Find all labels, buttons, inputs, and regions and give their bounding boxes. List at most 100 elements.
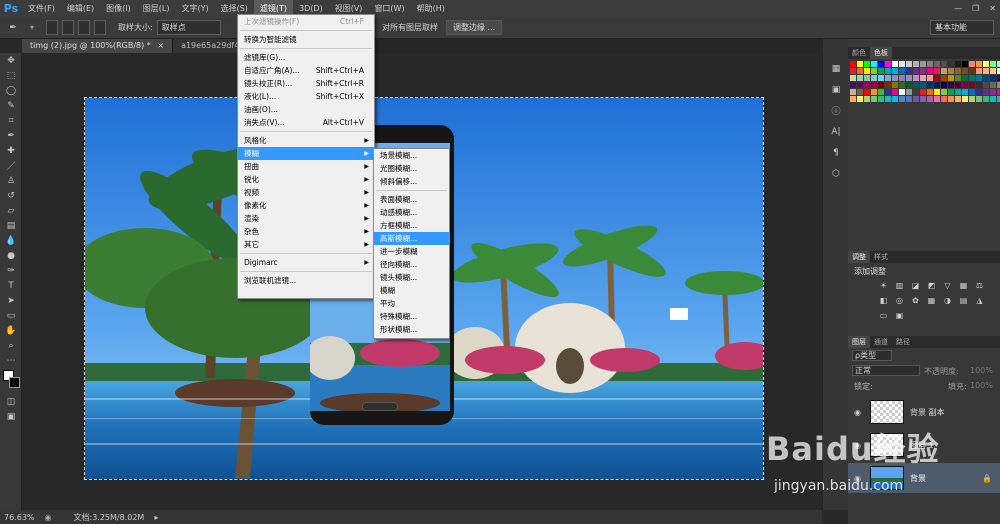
brush-tool-icon[interactable]: ／	[0, 158, 22, 173]
hue-saturation-icon[interactable]: ▦	[958, 280, 969, 291]
swatch[interactable]	[878, 82, 884, 88]
swatch[interactable]	[941, 75, 947, 81]
menu-item[interactable]: 表面模糊...	[374, 193, 449, 206]
swatch[interactable]	[976, 75, 982, 81]
selective-color-icon[interactable]: ▣	[894, 310, 905, 321]
swatch[interactable]	[850, 82, 856, 88]
menu-item[interactable]: 镜头校正(R)... Shift+Ctrl+R	[238, 77, 374, 90]
restore-button[interactable]: ❐	[972, 4, 979, 13]
swatch[interactable]	[969, 75, 975, 81]
swatch[interactable]	[976, 82, 982, 88]
menu-4[interactable]: 文字(Y)	[175, 0, 214, 17]
swatch[interactable]	[955, 89, 961, 95]
swatch[interactable]	[871, 61, 877, 67]
swatch[interactable]	[990, 89, 996, 95]
tab-channels[interactable]: 通道	[870, 336, 892, 348]
swatch[interactable]	[969, 89, 975, 95]
eyedropper-icon[interactable]: ✒	[0, 20, 26, 35]
swatch[interactable]	[871, 96, 877, 102]
swatch[interactable]	[850, 96, 856, 102]
tab-paths[interactable]: 路径	[892, 336, 914, 348]
sample-size-select[interactable]: 取样点	[156, 20, 221, 35]
swatch[interactable]	[864, 75, 870, 81]
menu-item[interactable]: 倾斜偏移...	[374, 175, 449, 188]
swatch[interactable]	[906, 75, 912, 81]
paragraph-panel-icon[interactable]: ¶	[823, 145, 849, 160]
menu-item[interactable]: 动感模糊...	[374, 206, 449, 219]
menu-item[interactable]: 渲染 ▶	[238, 212, 374, 225]
swatch[interactable]	[864, 82, 870, 88]
menu-item[interactable]: 浏览联机滤镜...	[238, 274, 374, 287]
adjust-edge-button[interactable]: 调整边缘 ...	[446, 20, 503, 35]
swatch[interactable]	[920, 61, 926, 67]
swatch[interactable]	[878, 89, 884, 95]
swatch[interactable]	[948, 82, 954, 88]
swatch[interactable]	[885, 82, 891, 88]
healing-brush-icon[interactable]: ✚	[0, 143, 22, 158]
menu-3[interactable]: 图层(L)	[137, 0, 176, 17]
swatch[interactable]	[962, 75, 968, 81]
menu-item[interactable]: 其它 ▶	[238, 238, 374, 251]
swatch[interactable]	[913, 96, 919, 102]
quick-mask-icon[interactable]: ◫	[0, 394, 22, 409]
swatch[interactable]	[927, 96, 933, 102]
swatch[interactable]	[941, 89, 947, 95]
swatch[interactable]	[955, 75, 961, 81]
quick-select-tool-icon[interactable]: ✎	[0, 98, 22, 113]
swatch[interactable]	[934, 89, 940, 95]
blend-mode-select[interactable]: 正常	[852, 365, 920, 376]
swatch[interactable]	[920, 75, 926, 81]
swatch[interactable]	[920, 89, 926, 95]
swatch[interactable]	[864, 89, 870, 95]
zoom-level[interactable]: 76.63%	[4, 513, 35, 522]
menu-item[interactable]: 自适应广角(A)... Shift+Ctrl+A	[238, 64, 374, 77]
swatch[interactable]	[871, 82, 877, 88]
history-panel-icon[interactable]: ▦	[823, 61, 849, 76]
exposure-icon[interactable]: ◩	[926, 280, 937, 291]
move-tool-icon[interactable]: ✥	[0, 53, 22, 68]
lasso-tool-icon[interactable]: ◯	[0, 83, 22, 98]
swatch[interactable]	[983, 89, 989, 95]
menu-item[interactable]: 像素化 ▶	[238, 199, 374, 212]
status-arrow-icon[interactable]: ▸	[154, 513, 158, 522]
swatch[interactable]	[976, 61, 982, 67]
swatch[interactable]	[850, 68, 856, 74]
swatch[interactable]	[976, 96, 982, 102]
swatch[interactable]	[899, 68, 905, 74]
status-menu-icon[interactable]: ◉	[45, 513, 52, 522]
history-brush-icon[interactable]: ↺	[0, 188, 22, 203]
swatch[interactable]	[885, 61, 891, 67]
swatch[interactable]	[864, 61, 870, 67]
tab-adjustments[interactable]: 调整	[848, 251, 870, 263]
swatch[interactable]	[871, 68, 877, 74]
swatch[interactable]	[941, 82, 947, 88]
menu-item[interactable]: 扭曲 ▶	[238, 160, 374, 173]
swatch[interactable]	[976, 89, 982, 95]
blur-tool-icon[interactable]: 💧	[0, 233, 22, 248]
swatch[interactable]	[941, 96, 947, 102]
eraser-tool-icon[interactable]: ▱	[0, 203, 22, 218]
swatch[interactable]	[962, 89, 968, 95]
close-button[interactable]: ✕	[989, 4, 996, 13]
swatch[interactable]	[934, 61, 940, 67]
menu-item[interactable]: 液化(L)... Shift+Ctrl+X	[238, 90, 374, 103]
swatch[interactable]	[920, 96, 926, 102]
swatch[interactable]	[878, 96, 884, 102]
tab-styles[interactable]: 样式	[870, 251, 892, 263]
hand-tool-icon[interactable]: ✋	[0, 323, 22, 338]
swatch[interactable]	[871, 89, 877, 95]
menu-item[interactable]: 模糊	[374, 284, 449, 297]
black-white-icon[interactable]: ◧	[878, 295, 889, 306]
menu-item[interactable]: 径向模糊...	[374, 258, 449, 271]
swatch[interactable]	[885, 89, 891, 95]
levels-icon[interactable]: ▥	[894, 280, 905, 291]
swatch[interactable]	[969, 68, 975, 74]
swatch-grid[interactable]	[848, 59, 1000, 103]
swatch[interactable]	[990, 75, 996, 81]
3d-panel-icon[interactable]: ⬡	[823, 166, 849, 181]
swatch[interactable]	[920, 82, 926, 88]
visibility-eye-icon[interactable]: ◉	[854, 408, 861, 417]
swatch[interactable]	[899, 75, 905, 81]
swatch[interactable]	[892, 61, 898, 67]
menu-item[interactable]: 镜头模糊...	[374, 271, 449, 284]
